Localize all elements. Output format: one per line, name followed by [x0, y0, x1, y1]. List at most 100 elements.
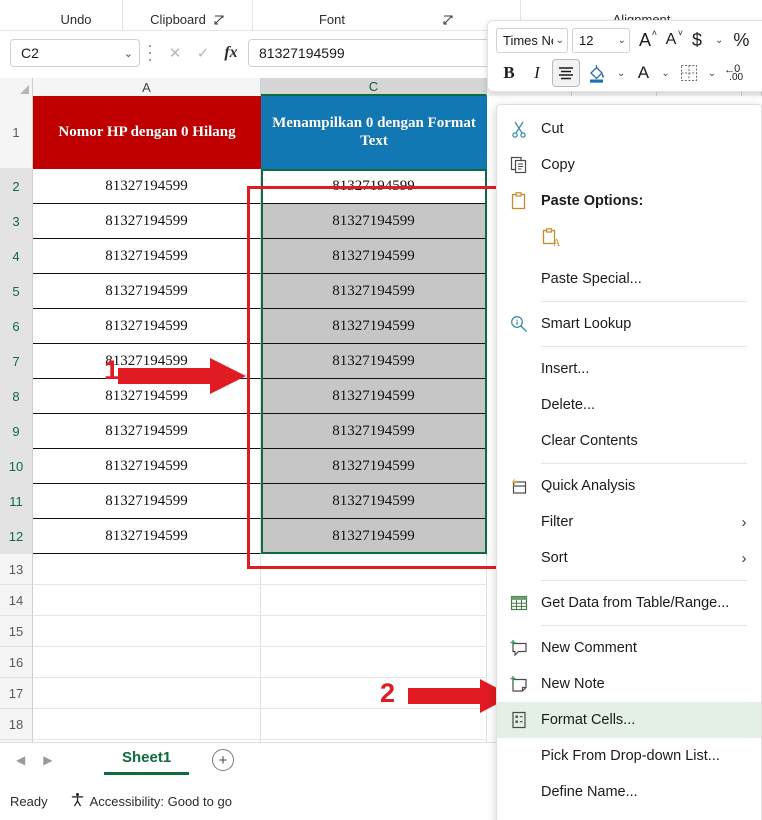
cell-c4[interactable]: 81327194599 [261, 239, 487, 274]
context-menu-item-link[interactable]: Link › [497, 810, 761, 820]
row-header-10[interactable]: 10 [0, 449, 33, 484]
next-sheet-icon[interactable]: ▶ [43, 753, 52, 767]
row-header-13[interactable]: 13 [0, 554, 33, 585]
row-header-3[interactable]: 3 [0, 204, 33, 239]
clipboard-dialog-launcher-icon[interactable] [214, 15, 225, 27]
cell-c12[interactable]: 81327194599 [261, 519, 487, 554]
context-menu-item-delete[interactable]: Delete... [497, 387, 761, 423]
cell-c18[interactable] [261, 709, 487, 740]
font-color-icon[interactable]: A [630, 60, 656, 86]
cell-c8[interactable]: 81327194599 [261, 379, 487, 414]
context-menu-item-quick-analysis[interactable]: Quick Analysis [497, 468, 761, 504]
sheet-tab-sheet1[interactable]: Sheet1 [104, 743, 190, 775]
row-header-7[interactable]: 7 [0, 344, 33, 379]
cell-c13[interactable] [261, 554, 487, 585]
font-dialog-launcher-icon[interactable] [443, 15, 454, 27]
prev-sheet-icon[interactable]: ◀ [16, 753, 25, 767]
status-accessibility[interactable]: Accessibility: Good to go [70, 792, 232, 810]
cell-a9[interactable]: 81327194599 [33, 414, 261, 449]
bold-button[interactable]: B [496, 60, 522, 86]
context-menu-item-filter[interactable]: Filter › [497, 504, 761, 540]
chevron-down-icon[interactable]: ⌄ [556, 35, 564, 46]
chevron-down-icon[interactable]: ⌄ [618, 35, 626, 46]
column-header-a[interactable]: A [33, 78, 261, 96]
context-menu-item-new-note[interactable]: New Note [497, 666, 761, 702]
formula-input[interactable]: 81327194599 [248, 39, 500, 67]
cell-c16[interactable] [261, 647, 487, 678]
cell-a1-header[interactable]: Nomor HP dengan 0 Hilang [33, 96, 261, 169]
cell-c9[interactable]: 81327194599 [261, 414, 487, 449]
select-all-corner[interactable] [0, 78, 33, 96]
cell-a6[interactable]: 81327194599 [33, 309, 261, 344]
context-menu-item-pick-from-dropdown[interactable]: Pick From Drop-down List... [497, 738, 761, 774]
context-menu-item-format-cells[interactable]: Format Cells... [497, 702, 761, 738]
cell-a11[interactable]: 81327194599 [33, 484, 261, 519]
cell-a15[interactable] [33, 616, 261, 647]
align-center-icon[interactable] [552, 59, 580, 87]
context-menu-item-copy[interactable]: Copy [497, 147, 761, 183]
cell-c2[interactable]: 81327194599 [261, 169, 487, 204]
name-box[interactable]: C2 ⌄ [10, 39, 140, 67]
row-header-8[interactable]: 8 [0, 379, 33, 414]
row-header-14[interactable]: 14 [0, 585, 33, 616]
row-header-11[interactable]: 11 [0, 484, 33, 519]
cell-c6[interactable]: 81327194599 [261, 309, 487, 344]
fill-color-icon[interactable] [582, 60, 612, 86]
row-header-18[interactable]: 18 [0, 709, 33, 740]
enter-icon[interactable]: ✓ [190, 40, 216, 66]
cell-a3[interactable]: 81327194599 [33, 204, 261, 239]
cell-c15[interactable] [261, 616, 487, 647]
context-menu-item-paste-special[interactable]: Paste Special... [497, 261, 761, 297]
font-name-combo[interactable]: Times Ne ⌄ [496, 27, 568, 53]
cell-a2[interactable]: 81327194599 [33, 169, 261, 204]
context-menu-item-sort[interactable]: Sort › [497, 540, 761, 576]
cell-c1-header[interactable]: Menampilkan 0 dengan Format Text [261, 96, 487, 169]
formula-bar-handle[interactable] [148, 45, 152, 61]
fill-color-chevron-down-icon[interactable]: ⌄ [614, 60, 628, 86]
row-header-2[interactable]: 2 [0, 169, 33, 204]
cell-a4[interactable]: 81327194599 [33, 239, 261, 274]
context-menu-item-insert[interactable]: Insert... [497, 351, 761, 387]
cell-a10[interactable]: 81327194599 [33, 449, 261, 484]
chevron-down-icon[interactable]: ⌄ [124, 47, 133, 60]
row-header-4[interactable]: 4 [0, 239, 33, 274]
row-header-9[interactable]: 9 [0, 414, 33, 449]
italic-button[interactable]: I [524, 60, 550, 86]
context-menu-item-define-name[interactable]: Define Name... [497, 774, 761, 810]
paste-text-icon[interactable]: A [541, 227, 563, 254]
context-menu-item-new-comment[interactable]: New Comment [497, 630, 761, 666]
font-size-combo[interactable]: 12 ⌄ [572, 27, 630, 53]
insert-function-icon[interactable]: fx [218, 40, 244, 66]
cancel-icon[interactable]: ✕ [162, 40, 188, 66]
percent-format-icon[interactable]: % [730, 27, 752, 53]
context-menu-item-smart-lookup[interactable]: Smart Lookup [497, 306, 761, 342]
add-sheet-icon[interactable]: + [212, 749, 234, 771]
cell-a12[interactable]: 81327194599 [33, 519, 261, 554]
row-header-1[interactable]: 1 [0, 96, 33, 169]
cell-a13[interactable] [33, 554, 261, 585]
cell-c10[interactable]: 81327194599 [261, 449, 487, 484]
cell-a17[interactable] [33, 678, 261, 709]
cell-a16[interactable] [33, 647, 261, 678]
borders-chevron-down-icon[interactable]: ⌄ [705, 60, 719, 86]
grow-font-icon[interactable]: A ˄ [634, 27, 657, 53]
row-header-12[interactable]: 12 [0, 519, 33, 554]
column-header-c[interactable]: C [261, 78, 487, 96]
shrink-font-icon[interactable]: A ˅ [660, 27, 683, 53]
cell-c11[interactable]: 81327194599 [261, 484, 487, 519]
context-menu-item-get-data[interactable]: Get Data from Table/Range... [497, 585, 761, 621]
row-header-5[interactable]: 5 [0, 274, 33, 309]
font-color-chevron-down-icon[interactable]: ⌄ [658, 60, 672, 86]
currency-chevron-down-icon[interactable]: ⌄ [712, 27, 726, 53]
cell-c5[interactable]: 81327194599 [261, 274, 487, 309]
cell-c7[interactable]: 81327194599 [261, 344, 487, 379]
cell-c14[interactable] [261, 585, 487, 616]
cell-c3[interactable]: 81327194599 [261, 204, 487, 239]
cell-a18[interactable] [33, 709, 261, 740]
currency-format-icon[interactable]: $ [686, 27, 708, 53]
decrease-decimal-icon[interactable]: ← 0 .00 [721, 60, 751, 86]
row-header-15[interactable]: 15 [0, 616, 33, 647]
context-menu-item-cut[interactable]: Cut [497, 111, 761, 147]
borders-icon[interactable] [675, 60, 703, 86]
row-header-16[interactable]: 16 [0, 647, 33, 678]
